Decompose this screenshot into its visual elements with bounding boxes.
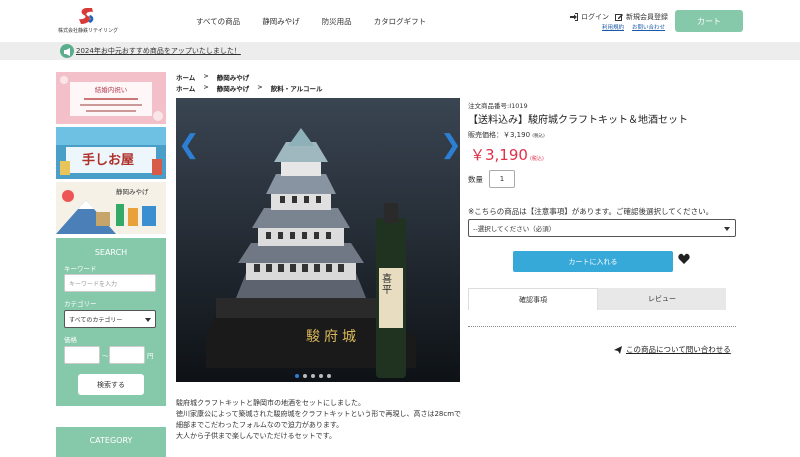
header-links: ログイン 新規会員登録 利用規約 お問い合わせ <box>568 12 672 36</box>
banner-souvenir-title: 静岡みやげ <box>116 188 149 196</box>
banner-wedding-gift[interactable]: 結婚内祝い <box>56 72 166 124</box>
cart-button[interactable]: カート <box>675 10 743 32</box>
banner-souvenir-art <box>56 190 156 234</box>
contact-link[interactable]: お問い合わせ <box>632 23 665 31</box>
pager-dot-active[interactable] <box>295 374 299 378</box>
castle-sign-text: 駿府城 <box>306 329 360 345</box>
breadcrumb-home[interactable]: ホーム <box>176 83 195 93</box>
pager-dot[interactable] <box>311 374 315 378</box>
breadcrumb-shizuoka[interactable]: 静岡みやげ <box>217 83 250 93</box>
site-header: 株式会社静鉄リテイリング すべての商品 静岡みやげ 防災用品 カタログギフト ロ… <box>0 0 800 42</box>
keyword-input[interactable]: キーワードを入力 <box>64 274 156 292</box>
breadcrumb-separator: > <box>257 83 263 91</box>
quantity-label: 数量 <box>468 175 483 184</box>
sale-price-label: 販売価格：￥3,190 (税込) <box>468 131 545 139</box>
register-link[interactable]: 新規会員登録 <box>615 12 668 22</box>
breadcrumb-1: ホーム > 静岡みやげ <box>176 72 249 82</box>
category-label: カテゴリー <box>64 300 97 308</box>
company-name: 株式会社静鉄リテイリング <box>58 28 119 34</box>
banner-wedding-title: 結婚内祝い <box>94 86 128 94</box>
tab-notes[interactable]: 確認事項 <box>468 288 598 310</box>
price-min-input[interactable] <box>64 346 100 364</box>
nav-catalog-gift[interactable]: カタログギフト <box>374 16 427 27</box>
product-price: ￥3,190 (税込) <box>470 146 544 164</box>
pager-dot[interactable] <box>319 374 323 378</box>
option-select[interactable]: --選択してください（必須） <box>468 219 736 237</box>
banner-shizuoka-souvenir[interactable]: 静岡みやげ <box>56 182 166 234</box>
banner-wedding-art <box>60 76 163 121</box>
chevron-down-icon <box>724 227 730 231</box>
price-label: 価格 <box>64 336 77 344</box>
product-tabs: 確認事項 レビュー <box>468 288 728 310</box>
breadcrumb-home[interactable]: ホーム <box>176 72 195 82</box>
banner-teshioya[interactable]: 手しお屋 <box>56 127 166 179</box>
pager-dot[interactable] <box>327 374 331 378</box>
tab-review[interactable]: レビュー <box>598 288 726 310</box>
price-tilde: ～ <box>102 352 109 360</box>
product-title: 【送料込み】駿府城クラフトキット＆地酒セット <box>468 115 688 126</box>
megaphone-icon <box>60 44 74 58</box>
chevron-down-icon <box>145 318 151 322</box>
global-nav: すべての商品 静岡みやげ 防災用品 カタログギフト <box>196 16 426 27</box>
pager-dot[interactable] <box>303 374 307 378</box>
keyword-label: キーワード <box>64 265 97 273</box>
nav-all-products[interactable]: すべての商品 <box>196 16 240 27</box>
logo-mark-icon <box>79 8 94 24</box>
breadcrumb-drinks[interactable]: 飲料・アルコール <box>271 83 323 93</box>
divider <box>468 326 736 327</box>
nav-disaster-goods[interactable]: 防災用品 <box>322 16 352 27</box>
product-image[interactable]: 駿府城 喜平 <box>176 98 460 382</box>
breadcrumb-2: ホーム > 静岡みやげ > 飲料・アルコール <box>176 83 323 93</box>
price-unit: 円 <box>147 352 154 360</box>
send-icon <box>614 345 622 354</box>
notice-bar: 2024年お中元おすすめ商品をアップいたしました！ <box>0 42 800 60</box>
login-icon <box>570 13 578 21</box>
nav-shizuoka-souvenirs[interactable]: 静岡みやげ <box>262 16 300 27</box>
breadcrumb-shizuoka[interactable]: 静岡みやげ <box>217 72 250 82</box>
next-image-arrow[interactable]: ❯ <box>440 130 462 160</box>
sake-label-text: 喜平 <box>382 274 392 296</box>
inquiry-link[interactable]: この商品について問い合わせる <box>614 344 731 355</box>
breadcrumb-separator: > <box>203 72 209 80</box>
attention-text: ※こちらの商品は【注意事項】があります。ご確認後選択してください。 <box>468 207 714 216</box>
category-select[interactable]: すべてのカテゴリー <box>64 310 156 328</box>
search-title: SEARCH <box>94 248 128 257</box>
price-max-input[interactable] <box>109 346 145 364</box>
edit-icon <box>615 14 623 21</box>
breadcrumb-separator: > <box>203 83 209 91</box>
category-heading: CATEGORY <box>56 427 166 457</box>
product-code: 注文商品番号:I1019 <box>468 102 528 110</box>
add-to-cart-button[interactable]: カートに入れる <box>513 251 673 272</box>
search-button[interactable]: 検索する <box>78 374 144 395</box>
banner-teshioya-title: 手しお屋 <box>82 153 135 168</box>
product-description: 駿府城クラフトキットと静岡市の地酒をセットにしました。 徳川家康公によって築城さ… <box>176 399 462 440</box>
terms-link[interactable]: 利用規約 <box>602 23 624 31</box>
login-link[interactable]: ログイン <box>570 12 609 22</box>
notice-link[interactable]: 2024年お中元おすすめ商品をアップいたしました！ <box>76 46 241 56</box>
favorite-heart-icon[interactable] <box>678 253 690 265</box>
image-pager <box>295 374 331 378</box>
quantity-input[interactable]: 1 <box>489 170 515 188</box>
prev-image-arrow[interactable]: ❮ <box>178 130 200 160</box>
site-logo[interactable]: 株式会社静鉄リテイリング <box>58 8 118 34</box>
